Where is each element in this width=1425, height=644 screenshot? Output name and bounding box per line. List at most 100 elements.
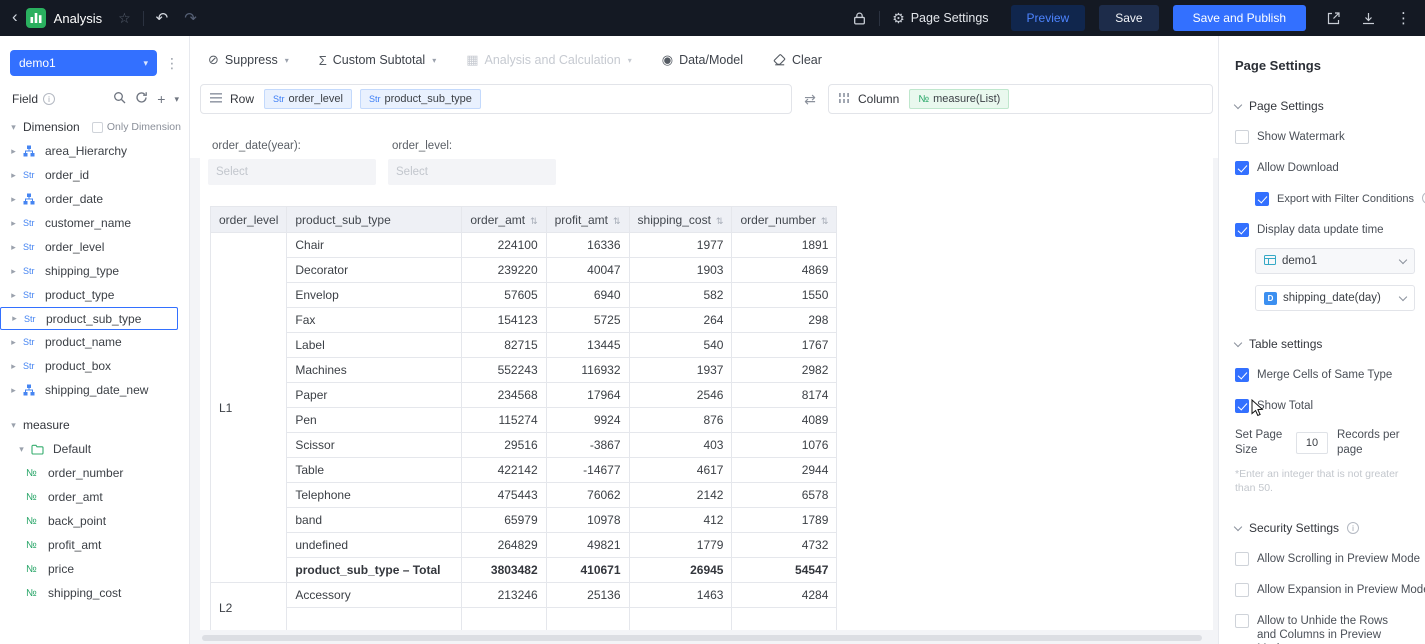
refresh-icon[interactable]: [135, 91, 148, 107]
field-item-order-date[interactable]: ▸ order_date: [0, 187, 189, 211]
favorite-star-icon[interactable]: ☆: [118, 10, 131, 27]
swap-axes-icon[interactable]: ⇄: [792, 91, 828, 108]
chevron-down-icon[interactable]: ▾: [8, 122, 19, 133]
expand-caret-icon[interactable]: ▸: [8, 337, 19, 348]
filter-select-order-level[interactable]: Select: [388, 159, 556, 185]
dataset-field-select[interactable]: demo1: [1255, 248, 1415, 274]
field-item-product-box[interactable]: ▸ Str product_box: [0, 354, 189, 378]
col-header-shipping-cost[interactable]: shipping_cost ⇅: [628, 206, 733, 233]
merge-cells-checkbox[interactable]: [1235, 368, 1249, 382]
dataset-more-icon[interactable]: ⋮: [163, 55, 181, 72]
undo-icon[interactable]: ↶: [156, 9, 169, 27]
field-item-shipping-date-new[interactable]: ▸ shipping_date_new: [0, 378, 189, 402]
analysis-toolbar: ⊘ Suppress ▾ Σ Custom Subtotal ▾ ▦ Analy…: [208, 45, 822, 75]
row-field-pill-product-sub-type[interactable]: Str product_sub_type: [359, 89, 481, 109]
save-and-publish-button[interactable]: Save and Publish: [1172, 5, 1306, 31]
download-icon[interactable]: [1361, 11, 1376, 26]
expand-caret-icon[interactable]: ▸: [8, 385, 19, 396]
field-item-shipping-type[interactable]: ▸ Str shipping_type: [0, 259, 189, 283]
col-header-order-number[interactable]: order_number ⇅: [731, 206, 838, 233]
preview-button[interactable]: Preview: [1010, 5, 1086, 31]
expand-caret-icon[interactable]: ▸: [8, 266, 19, 277]
dimension-section-header[interactable]: ▾ Dimension Only Dimension: [0, 115, 189, 139]
toolbar-item-suppress[interactable]: ⊘ Suppress ▾: [208, 52, 289, 68]
sort-icon[interactable]: ⇅: [716, 216, 724, 226]
section-page-settings[interactable]: Page Settings: [1233, 99, 1411, 113]
horizontal-scrollbar[interactable]: [202, 635, 1202, 641]
field-item-price[interactable]: № price: [0, 557, 189, 581]
more-menu-icon[interactable]: ⋮: [1396, 9, 1411, 27]
expand-caret-icon[interactable]: ▸: [8, 361, 19, 372]
field-item-order-number[interactable]: № order_number: [0, 461, 189, 485]
pivot-table: order_level product_sub_type order_amt ⇅ …: [209, 206, 838, 630]
filter-select-order-date-year[interactable]: Select: [208, 159, 376, 185]
sort-icon[interactable]: ⇅: [821, 216, 829, 226]
expand-caret-icon[interactable]: ▸: [9, 313, 20, 324]
lock-icon[interactable]: [852, 11, 867, 26]
field-item-order-level[interactable]: ▸ Str order_level: [0, 235, 189, 259]
row-field-pill-order-level[interactable]: Str order_level: [264, 89, 352, 109]
table-cell: 76062: [545, 482, 630, 508]
section-security-settings[interactable]: Security Settings i: [1233, 521, 1411, 535]
chevron-down-icon[interactable]: ▾: [8, 420, 19, 431]
back-button[interactable]: ‹: [12, 7, 18, 27]
field-item-order-id[interactable]: ▸ Str order_id: [0, 163, 189, 187]
col-header-product-sub-type[interactable]: product_sub_type: [286, 206, 463, 233]
field-item-area-hierarchy[interactable]: ▸ area_Hierarchy: [0, 139, 189, 163]
measure-section-header[interactable]: ▾ measure: [0, 413, 189, 437]
expand-caret-icon[interactable]: ▸: [8, 170, 19, 181]
allow-unhide-checkbox[interactable]: [1235, 614, 1249, 628]
toolbar-item-clear[interactable]: Clear: [773, 53, 822, 67]
toolbar-item-analysis-calculation[interactable]: ▦ Analysis and Calculation ▾: [466, 52, 632, 68]
add-field-icon[interactable]: +: [157, 92, 165, 106]
field-item-product-sub-type[interactable]: ▸ Str product_sub_type: [0, 307, 178, 330]
chevron-down-icon[interactable]: ▾: [16, 444, 27, 455]
show-total-checkbox[interactable]: [1235, 399, 1249, 413]
collapse-caret-icon[interactable]: ▾: [174, 94, 179, 105]
field-item-shipping-cost[interactable]: № shipping_cost: [0, 581, 189, 605]
expand-caret-icon[interactable]: ▸: [8, 218, 19, 229]
only-dimension-checkbox[interactable]: [91, 121, 103, 133]
export-filter-checkbox[interactable]: [1255, 192, 1269, 206]
allow-download-checkbox[interactable]: [1235, 161, 1249, 175]
expand-caret-icon[interactable]: ▸: [8, 146, 19, 157]
column-shelf[interactable]: Column № measure(List): [828, 84, 1213, 114]
allow-scrolling-checkbox[interactable]: [1235, 552, 1249, 566]
export-icon[interactable]: [1326, 11, 1341, 26]
search-icon[interactable]: [113, 91, 126, 107]
section-table-settings[interactable]: Table settings: [1233, 337, 1411, 351]
column-field-pill-measure-list[interactable]: № measure(List): [909, 89, 1010, 109]
col-header-order-amt[interactable]: order_amt ⇅: [461, 206, 547, 233]
page-settings-button[interactable]: ⚙ Page Settings: [892, 10, 988, 27]
toolbar-item-data-model[interactable]: ◉ Data/Model: [662, 52, 743, 68]
field-item-back-point[interactable]: № back_point: [0, 509, 189, 533]
chevron-down-icon: [1233, 100, 1243, 109]
table-cell: 410671: [545, 557, 630, 583]
col-header-order-level[interactable]: order_level: [209, 206, 288, 233]
sort-icon[interactable]: ⇅: [530, 216, 538, 226]
save-button[interactable]: Save: [1099, 5, 1159, 31]
date-field-select[interactable]: D shipping_date(day): [1255, 285, 1415, 311]
col-header-profit-amt[interactable]: profit_amt ⇅: [545, 206, 630, 233]
expand-caret-icon[interactable]: ▸: [8, 242, 19, 253]
field-item-order-amt[interactable]: № order_amt: [0, 485, 189, 509]
table-cell: 403: [628, 432, 733, 458]
field-item-customer-name[interactable]: ▸ Str customer_name: [0, 211, 189, 235]
table-cell: 582: [628, 282, 733, 308]
measure-folder-default[interactable]: ▾ Default: [0, 437, 189, 461]
display-update-time-checkbox[interactable]: [1235, 223, 1249, 237]
expand-caret-icon[interactable]: ▸: [8, 194, 19, 205]
page-size-input[interactable]: [1296, 432, 1328, 454]
field-item-profit-amt[interactable]: № profit_amt: [0, 533, 189, 557]
field-item-product-name[interactable]: ▸ Str product_name: [0, 330, 189, 354]
toolbar-item-custom-subtotal[interactable]: Σ Custom Subtotal ▾: [319, 53, 436, 68]
field-item-product-type[interactable]: ▸ Str product_type: [0, 283, 189, 307]
allow-expansion-checkbox[interactable]: [1235, 583, 1249, 597]
expand-caret-icon[interactable]: ▸: [8, 290, 19, 301]
dataset-select[interactable]: demo1 ▾: [10, 50, 157, 76]
sort-icon[interactable]: ⇅: [613, 216, 621, 226]
table-cell: Machines: [286, 357, 463, 383]
redo-icon[interactable]: ↷: [184, 9, 197, 27]
row-shelf[interactable]: Row Str order_level Str product_sub_type: [200, 84, 792, 114]
show-watermark-checkbox[interactable]: [1235, 130, 1249, 144]
